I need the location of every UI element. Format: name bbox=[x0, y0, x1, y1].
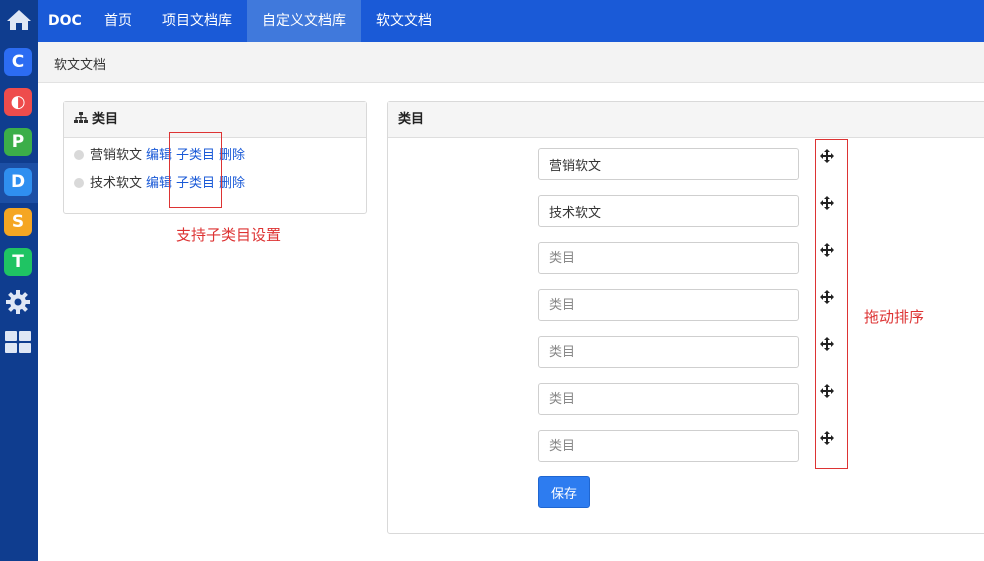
d-app-icon[interactable]: D bbox=[4, 168, 32, 196]
delete-link[interactable]: 删除 bbox=[219, 176, 245, 191]
s-app-icon[interactable]: S bbox=[4, 208, 32, 236]
t-app-icon[interactable]: T bbox=[4, 248, 32, 276]
nav-project-docs[interactable]: 项目文档库 bbox=[148, 0, 246, 42]
subcategory-highlight-box bbox=[169, 132, 222, 208]
category-bullet-icon bbox=[74, 178, 84, 188]
category-input[interactable] bbox=[538, 289, 799, 321]
category-name: 营销软文 bbox=[90, 148, 143, 163]
breadcrumb-current: 软文文档 bbox=[54, 58, 107, 73]
category-name: 技术软文 bbox=[90, 176, 143, 191]
drag-handles-highlight-box bbox=[815, 139, 848, 469]
sitemap-icon bbox=[74, 112, 88, 123]
nav-custom-docs[interactable]: 自定义文档库 bbox=[247, 0, 361, 42]
c-app-icon[interactable]: C bbox=[4, 48, 32, 76]
category-edit-header: 类目 bbox=[388, 102, 984, 138]
category-input[interactable] bbox=[538, 383, 799, 415]
drag-sort-annotation: 拖动排序 bbox=[864, 308, 925, 326]
category-input[interactable] bbox=[538, 242, 799, 274]
o-app-icon[interactable]: ◐ bbox=[4, 88, 32, 116]
save-button[interactable]: 保存 bbox=[538, 476, 590, 508]
nav-softtext-docs[interactable]: 软文文档 bbox=[362, 0, 446, 42]
category-input[interactable] bbox=[538, 336, 799, 368]
gear-icon[interactable] bbox=[4, 288, 32, 316]
app-rail: C ◐ P D S T bbox=[0, 0, 38, 561]
p-app-icon[interactable]: P bbox=[4, 128, 32, 156]
breadcrumb: 软文文档 bbox=[38, 42, 984, 83]
subcategory-annotation: 支持子类目设置 bbox=[176, 226, 282, 244]
category-input[interactable] bbox=[538, 195, 799, 227]
nav-home[interactable]: 首页 bbox=[90, 0, 146, 42]
grid-icon[interactable] bbox=[4, 328, 32, 356]
home-icon[interactable] bbox=[5, 6, 33, 34]
top-navbar: DOC 首页 项目文档库 自定义文档库 软文文档 bbox=[38, 0, 984, 42]
category-bullet-icon bbox=[74, 150, 84, 160]
brand-logo[interactable]: DOC bbox=[38, 0, 92, 42]
category-tree-title: 类目 bbox=[92, 112, 119, 127]
delete-link[interactable]: 删除 bbox=[219, 148, 245, 163]
category-input[interactable] bbox=[538, 148, 799, 180]
category-input[interactable] bbox=[538, 430, 799, 462]
